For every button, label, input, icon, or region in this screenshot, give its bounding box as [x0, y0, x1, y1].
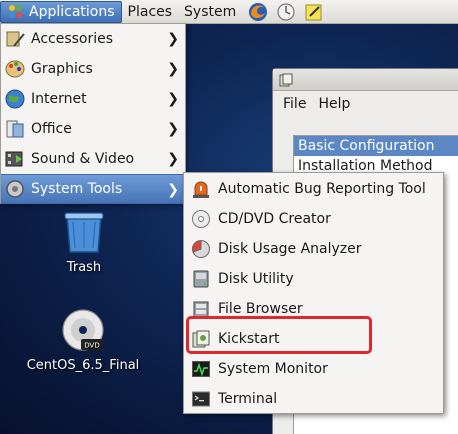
desktop-icon-trash[interactable]: Trash — [24, 210, 144, 275]
submenu-item-cd-dvd-creator[interactable]: CD/DVD Creator — [184, 204, 443, 234]
submenu-item-disk-utility[interactable]: Disk Utility — [184, 264, 443, 294]
submenu-arrow-icon: ❯ — [167, 91, 179, 107]
menu-item-graphics[interactable]: Graphics ❯ — [1, 54, 185, 84]
disk-utility-icon — [190, 268, 212, 290]
submenu-arrow-icon: ❯ — [167, 31, 179, 47]
menu-item-office[interactable]: Office ❯ — [1, 114, 185, 144]
submenu-item-bug-reporting[interactable]: Automatic Bug Reporting Tool — [184, 174, 443, 204]
system-menu-button[interactable]: System — [178, 1, 242, 23]
places-menu-button[interactable]: Places — [122, 1, 179, 23]
notes-icon — [305, 4, 322, 20]
submenu-arrow-icon: ❯ — [167, 151, 179, 167]
notes-launcher[interactable] — [302, 1, 326, 23]
window-app-icon — [279, 73, 293, 86]
desktop-icon-dvd[interactable]: DVD CentOS_6.5_Final — [23, 308, 143, 373]
places-label: Places — [127, 3, 173, 20]
system-tools-submenu: Automatic Bug Reporting Tool CD/DVD Crea… — [183, 172, 444, 414]
submenu-arrow-icon: ❯ — [167, 61, 179, 77]
dvd-icon: DVD — [62, 309, 104, 351]
mail-launcher[interactable] — [274, 1, 298, 23]
menu-item-internet[interactable]: Internet ❯ — [1, 84, 185, 114]
terminal-icon — [190, 388, 212, 410]
graphics-icon — [3, 57, 27, 81]
menu-item-sound-video[interactable]: Sound & Video ❯ — [1, 144, 185, 174]
desktop-icon-label: CentOS_6.5_Final — [26, 358, 140, 373]
disk-usage-icon — [190, 238, 212, 260]
submenu-arrow-icon: ❯ — [167, 182, 179, 198]
submenu-item-file-browser[interactable]: File Browser — [184, 294, 443, 324]
top-panel: Applications Places System — [0, 0, 458, 24]
mail-icon — [277, 2, 295, 21]
trash-icon — [64, 212, 104, 253]
file-browser-icon — [190, 298, 212, 320]
submenu-item-terminal[interactable]: Terminal — [184, 384, 443, 414]
submenu-item-system-monitor[interactable]: System Monitor — [184, 354, 443, 384]
applications-menu: Accessories ❯ Graphics ❯ Internet ❯ Offi… — [0, 24, 186, 204]
firefox-launcher[interactable] — [246, 1, 270, 23]
svg-text:DVD: DVD — [84, 342, 99, 350]
firefox-icon — [249, 2, 268, 21]
sound-video-icon — [3, 147, 27, 171]
window-titlebar[interactable] — [273, 69, 458, 91]
system-tools-icon — [3, 177, 27, 201]
desktop-icon-label: Trash — [66, 260, 102, 275]
system-monitor-icon — [190, 358, 212, 380]
menu-item-accessories[interactable]: Accessories ❯ — [1, 24, 185, 54]
category-basic-configuration[interactable]: Basic Configuration — [294, 136, 458, 156]
office-icon — [3, 117, 27, 141]
submenu-item-kickstart[interactable]: Kickstart — [184, 324, 443, 354]
submenu-arrow-icon: ❯ — [167, 121, 179, 137]
menu-help[interactable]: Help — [312, 96, 356, 112]
menu-file[interactable]: File — [277, 96, 312, 112]
kickstart-icon — [190, 328, 212, 350]
system-label: System — [184, 3, 237, 20]
menu-item-system-tools[interactable]: System Tools ❯ — [1, 174, 185, 204]
applications-menu-button[interactable]: Applications — [0, 0, 122, 23]
gnome-foot-icon — [9, 4, 22, 18]
applications-label: Applications — [29, 3, 115, 20]
submenu-item-disk-usage-analyzer[interactable]: Disk Usage Analyzer — [184, 234, 443, 264]
bug-report-icon — [190, 178, 212, 200]
accessories-icon — [3, 27, 27, 51]
window-menubar: File Help — [273, 91, 458, 117]
cd-icon — [190, 208, 212, 230]
internet-icon — [3, 87, 27, 111]
